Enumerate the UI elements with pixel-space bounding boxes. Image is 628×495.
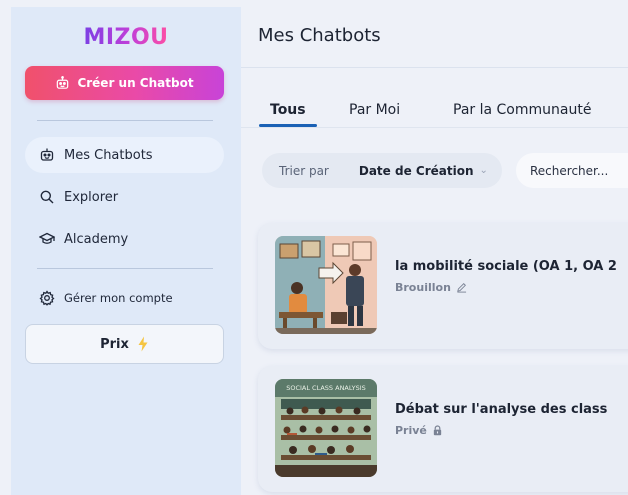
chatbot-card[interactable]: SOCIAL CLASS ANALYSIS Débat sur l'analys… — [258, 366, 628, 492]
lightning-icon — [138, 336, 148, 352]
divider — [241, 67, 628, 68]
search-placeholder: Rechercher... — [530, 163, 609, 178]
divider — [37, 120, 213, 121]
lock-icon — [433, 425, 442, 436]
chatbot-card[interactable]: la mobilité sociale (OA 1, OA 2 Brouillo… — [258, 223, 628, 349]
status-badge: Brouillon — [395, 281, 467, 294]
main-content: Mes Chatbots Tous Par Moi Par la Communa… — [241, 7, 628, 495]
search-icon — [40, 190, 54, 204]
divider — [37, 268, 213, 269]
sort-label: Trier par — [279, 163, 329, 178]
pencil-icon — [457, 283, 466, 293]
sort-dropdown[interactable]: Trier par Date de Création ⌄ — [262, 153, 502, 188]
sidebar-item-explorer[interactable]: Explorer — [25, 179, 224, 215]
search-input[interactable]: Rechercher... — [516, 153, 628, 188]
sort-value: Date de Création — [358, 163, 474, 178]
tab-communaute[interactable]: Par la Communauté — [453, 102, 591, 118]
gear-icon — [39, 290, 55, 306]
page-title: Mes Chatbots — [258, 25, 381, 46]
chatbot-title: la mobilité sociale (OA 1, OA 2 — [395, 259, 617, 274]
sidebar-item-mes-chatbots[interactable]: Mes Chatbots — [25, 137, 224, 173]
chatbot-thumbnail: SOCIAL CLASS ANALYSIS — [275, 379, 377, 477]
status-label: Brouillon — [395, 281, 451, 294]
sidebar-item-label: Mes Chatbots — [64, 147, 153, 163]
tab-par-moi[interactable]: Par Moi — [349, 102, 400, 118]
mizou-logo[interactable]: MIZOU — [11, 25, 241, 50]
tabs-divider — [241, 127, 628, 128]
pricing-label: Prix — [100, 336, 129, 352]
sidebar-item-label: Alcademy — [64, 231, 129, 247]
thumbnail-caption: SOCIAL CLASS ANALYSIS — [286, 384, 366, 392]
sidebar-item-alcademy[interactable]: Alcademy — [25, 221, 224, 257]
sidebar-item-manage-account[interactable]: Gérer mon compte — [25, 280, 224, 316]
status-label: Privé — [395, 424, 427, 437]
chevron-down-icon: ⌄ — [479, 165, 488, 176]
create-chatbot-label: Créer un Chatbot — [77, 76, 194, 90]
chatbot-thumbnail — [275, 236, 377, 334]
sidebar-item-label: Explorer — [64, 189, 119, 205]
robot-icon — [57, 75, 69, 89]
tab-tous[interactable]: Tous — [270, 102, 306, 118]
status-badge: Privé — [395, 424, 443, 437]
chatbot-title: Débat sur l'analyse des class — [395, 402, 608, 417]
sidebar: MIZOU Créer un Chatbot Mes Chatbots Expl… — [11, 7, 241, 495]
create-chatbot-button[interactable]: Créer un Chatbot — [25, 66, 224, 100]
robot-icon — [40, 148, 54, 161]
sidebar-item-label: Gérer mon compte — [64, 291, 173, 305]
graduation-cap-icon — [39, 232, 55, 244]
pricing-button[interactable]: Prix — [25, 324, 224, 364]
